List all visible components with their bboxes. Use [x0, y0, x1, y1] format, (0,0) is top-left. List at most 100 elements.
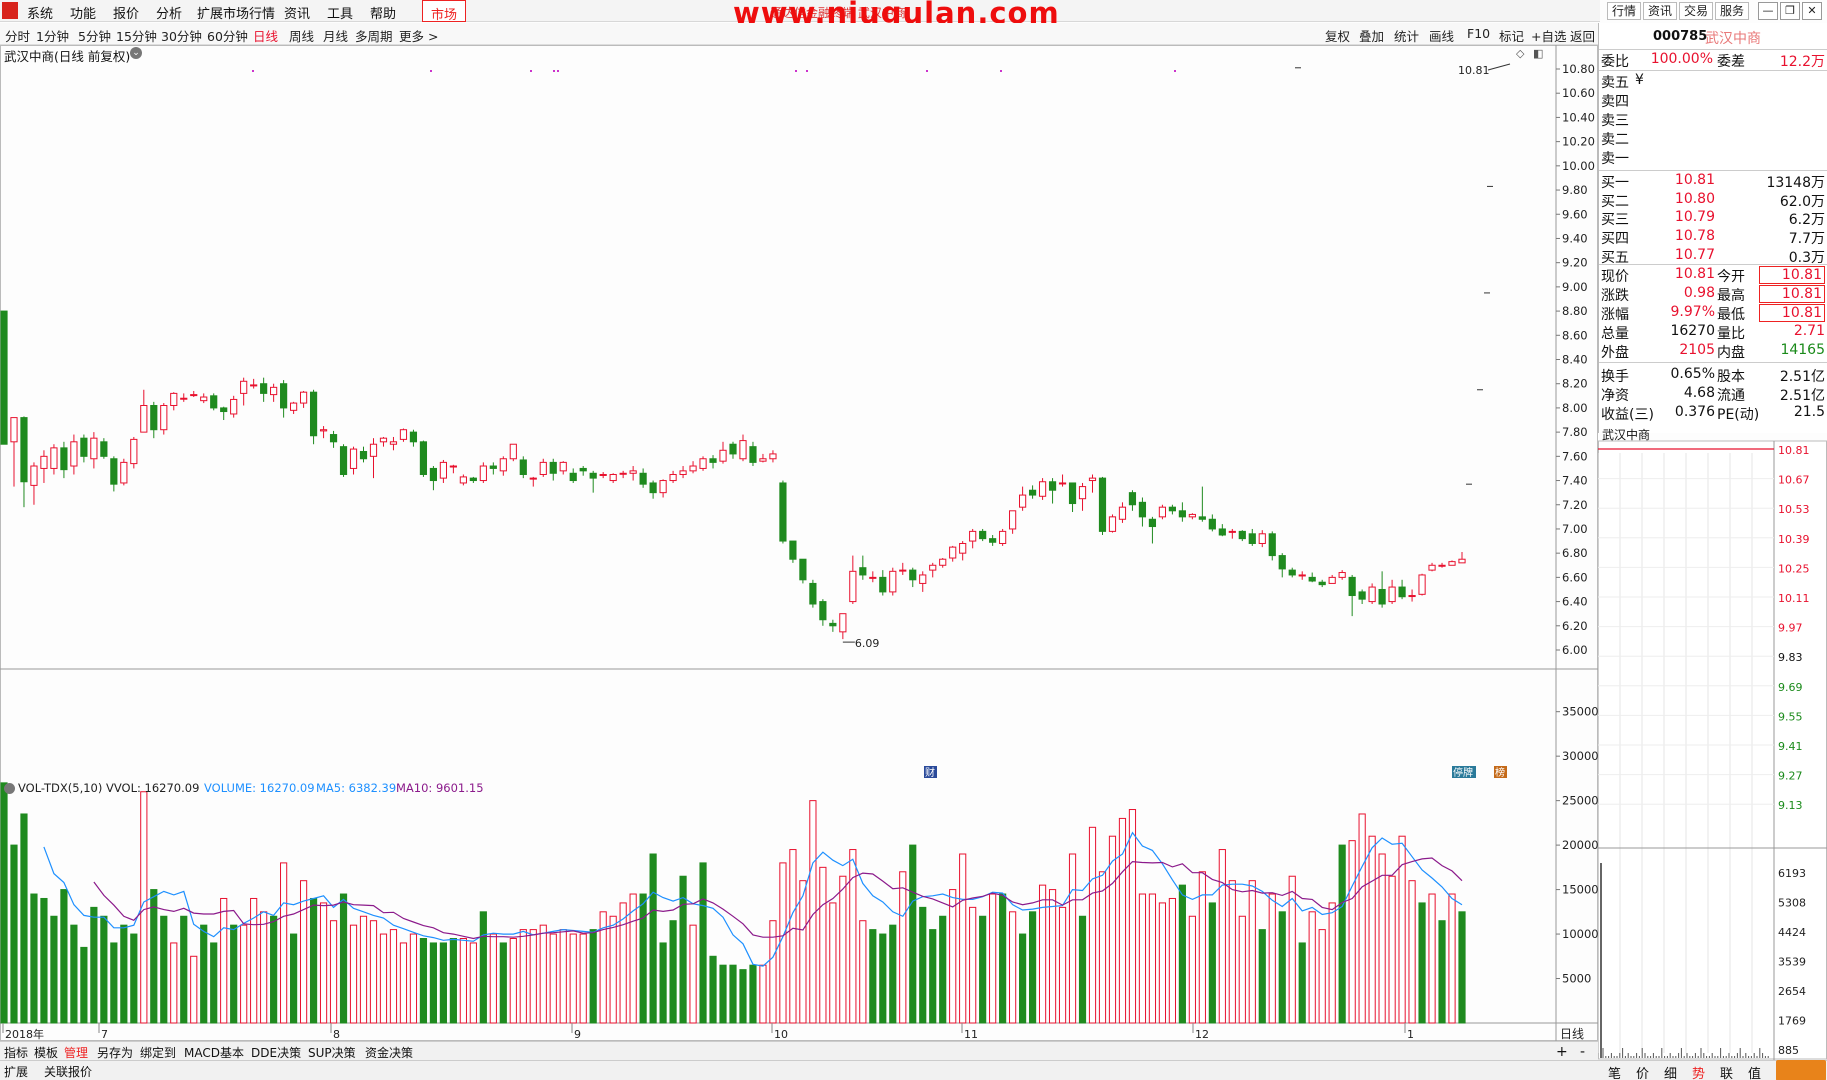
tab-moban[interactable]: 模板 — [34, 1044, 58, 1061]
menu-market[interactable]: 市场 — [422, 0, 467, 23]
toolbar-fanhui[interactable]: 返回 — [1570, 26, 1595, 45]
minimize-icon[interactable]: — — [1758, 2, 1778, 20]
candle-body — [110, 458, 118, 485]
suspension-marker[interactable]: 停牌 — [1453, 766, 1473, 779]
period-fenshi[interactable]: 分时 — [5, 26, 30, 45]
price-axis-label: 10.20 — [1562, 135, 1595, 149]
tab-bangdingdao[interactable]: 绑定到 — [140, 1044, 176, 1061]
tab-dde[interactable]: DDE决策 — [251, 1044, 301, 1061]
weibi-label: 委比 — [1601, 54, 1629, 70]
toolbar-fuquan[interactable]: 复权 — [1325, 26, 1350, 45]
toolbar-biaoji[interactable]: 标记 — [1499, 26, 1524, 45]
tab-bi[interactable]: 笔 — [1608, 1063, 1621, 1080]
toolbar-zixuan[interactable]: +自选 — [1531, 26, 1566, 45]
period-1min[interactable]: 1分钟 — [36, 26, 69, 45]
minus-icon[interactable]: - — [1580, 1044, 1585, 1060]
event-dot — [553, 70, 555, 72]
candle-body — [1168, 506, 1176, 512]
buy-level-price[interactable]: 10.79 — [1649, 209, 1715, 225]
stat-value: 0.65% — [1670, 365, 1715, 382]
candle-body — [879, 576, 887, 593]
buy-level-price[interactable]: 10.77 — [1649, 247, 1715, 263]
chevron-down-icon[interactable]: ⌄ — [130, 47, 142, 59]
candle-body — [1308, 576, 1316, 582]
candle-body — [50, 447, 58, 469]
volume-bar — [489, 933, 497, 1024]
tab-jia[interactable]: 价 — [1636, 1063, 1649, 1080]
volume-bar — [1338, 844, 1346, 1024]
volume-bar — [729, 964, 737, 1024]
tab-jiaoyi[interactable]: 交易 — [1679, 2, 1713, 20]
tab-lingcunwei[interactable]: 另存为 — [97, 1044, 133, 1061]
menu-help[interactable]: 帮助 — [370, 3, 396, 22]
candle-body — [210, 395, 218, 409]
menu-extended-market[interactable]: 扩展市场行情 — [197, 3, 275, 22]
candle-body — [839, 613, 847, 633]
menu-news[interactable]: 资讯 — [284, 3, 310, 22]
ranking-marker[interactable]: 榜 — [1495, 766, 1505, 779]
tab-xi[interactable]: 细 — [1664, 1063, 1677, 1080]
intraday-chart[interactable]: 10.81 10.67 10.53 10.39 10.25 10.11 9.97 9.83 9.… — [1598, 433, 1827, 1060]
period-5min[interactable]: 5分钟 — [78, 26, 111, 45]
volume-bar — [210, 942, 218, 1024]
period-30min[interactable]: 30分钟 — [161, 26, 202, 45]
candle-body — [869, 576, 877, 579]
diamond-icon[interactable]: ◇ — [1516, 47, 1524, 60]
stock-code: 000785 — [1653, 29, 1708, 44]
candle-body — [1118, 506, 1127, 520]
menu-tools[interactable]: 工具 — [327, 3, 353, 22]
volume-bar — [290, 933, 298, 1024]
menu-system[interactable]: 系统 — [27, 3, 53, 22]
period-weekly[interactable]: 周线 — [289, 26, 314, 45]
tab-sup[interactable]: SUP决策 — [308, 1044, 356, 1061]
gear-icon[interactable] — [1776, 1060, 1826, 1080]
volume-bar — [929, 929, 937, 1024]
buy-level-price[interactable]: 10.78 — [1649, 228, 1715, 244]
stat-value: 21.5 — [1793, 403, 1825, 420]
tab-zijin[interactable]: 资金决策 — [365, 1044, 413, 1061]
candle-body — [979, 530, 987, 540]
price-axis-label: 7.60 — [1562, 449, 1588, 463]
toolbar-tongji[interactable]: 统计 — [1394, 26, 1419, 45]
stock-name: 武汉中商 — [1705, 31, 1761, 47]
period-60min[interactable]: 60分钟 — [207, 26, 248, 45]
period-15min[interactable]: 15分钟 — [116, 26, 157, 45]
tab-macd[interactable]: MACD基本 — [184, 1044, 244, 1061]
panel-toggle-icon[interactable]: ◧ — [1533, 47, 1543, 60]
buy-level-price[interactable]: 10.80 — [1649, 191, 1715, 207]
app-logo-icon — [2, 2, 18, 19]
finance-marker[interactable]: 财 — [925, 766, 935, 779]
candle-body — [1068, 482, 1077, 505]
x-axis-label: 8 — [333, 1028, 340, 1041]
tab-lian[interactable]: 联 — [1720, 1063, 1733, 1080]
period-multi[interactable]: 多周期 — [355, 26, 393, 45]
tab-zixun[interactable]: 资讯 — [1643, 2, 1677, 20]
menu-quote[interactable]: 报价 — [113, 3, 139, 22]
tab-kuozhan[interactable]: 扩展 — [4, 1063, 28, 1080]
tab-shi[interactable]: 势 — [1692, 1063, 1705, 1080]
tab-hangqing[interactable]: 行情 — [1607, 2, 1641, 20]
toolbar-diejia[interactable]: 叠加 — [1359, 26, 1384, 45]
tab-fuwu[interactable]: 服务 — [1715, 2, 1749, 20]
period-daily[interactable]: 日线 — [253, 26, 278, 45]
vol-menu-icon[interactable] — [4, 783, 15, 794]
restore-icon[interactable]: ❐ — [1780, 2, 1800, 20]
intraday-price-label: 10.81 — [1778, 444, 1810, 457]
volume-bar — [699, 862, 707, 1024]
toolbar-f10[interactable]: F10 — [1467, 26, 1490, 41]
tab-guanli[interactable]: 管理 — [64, 1044, 88, 1061]
tab-zhi[interactable]: 值 — [1748, 1063, 1761, 1080]
menu-analysis[interactable]: 分析 — [156, 3, 182, 22]
buy-level-price[interactable]: 10.81 — [1649, 172, 1715, 188]
volume-bar — [1408, 880, 1416, 1024]
menu-function[interactable]: 功能 — [70, 3, 96, 22]
period-monthly[interactable]: 月线 — [323, 26, 348, 45]
toolbar-huaxian[interactable]: 画线 — [1429, 26, 1454, 45]
plus-icon[interactable]: + — [1556, 1044, 1568, 1060]
close-icon[interactable]: ✕ — [1802, 2, 1822, 20]
period-more[interactable]: 更多 > — [399, 26, 438, 45]
volume-bar — [349, 924, 358, 1024]
tab-zhibiao[interactable]: 指标 — [4, 1044, 28, 1061]
kline-chart[interactable]: 10.80 10.60 10.40 10.20 10.00 9.80 9.60 9.40 9.2… — [0, 45, 1598, 1041]
tab-guanlianbaojia[interactable]: 关联报价 — [44, 1063, 92, 1080]
